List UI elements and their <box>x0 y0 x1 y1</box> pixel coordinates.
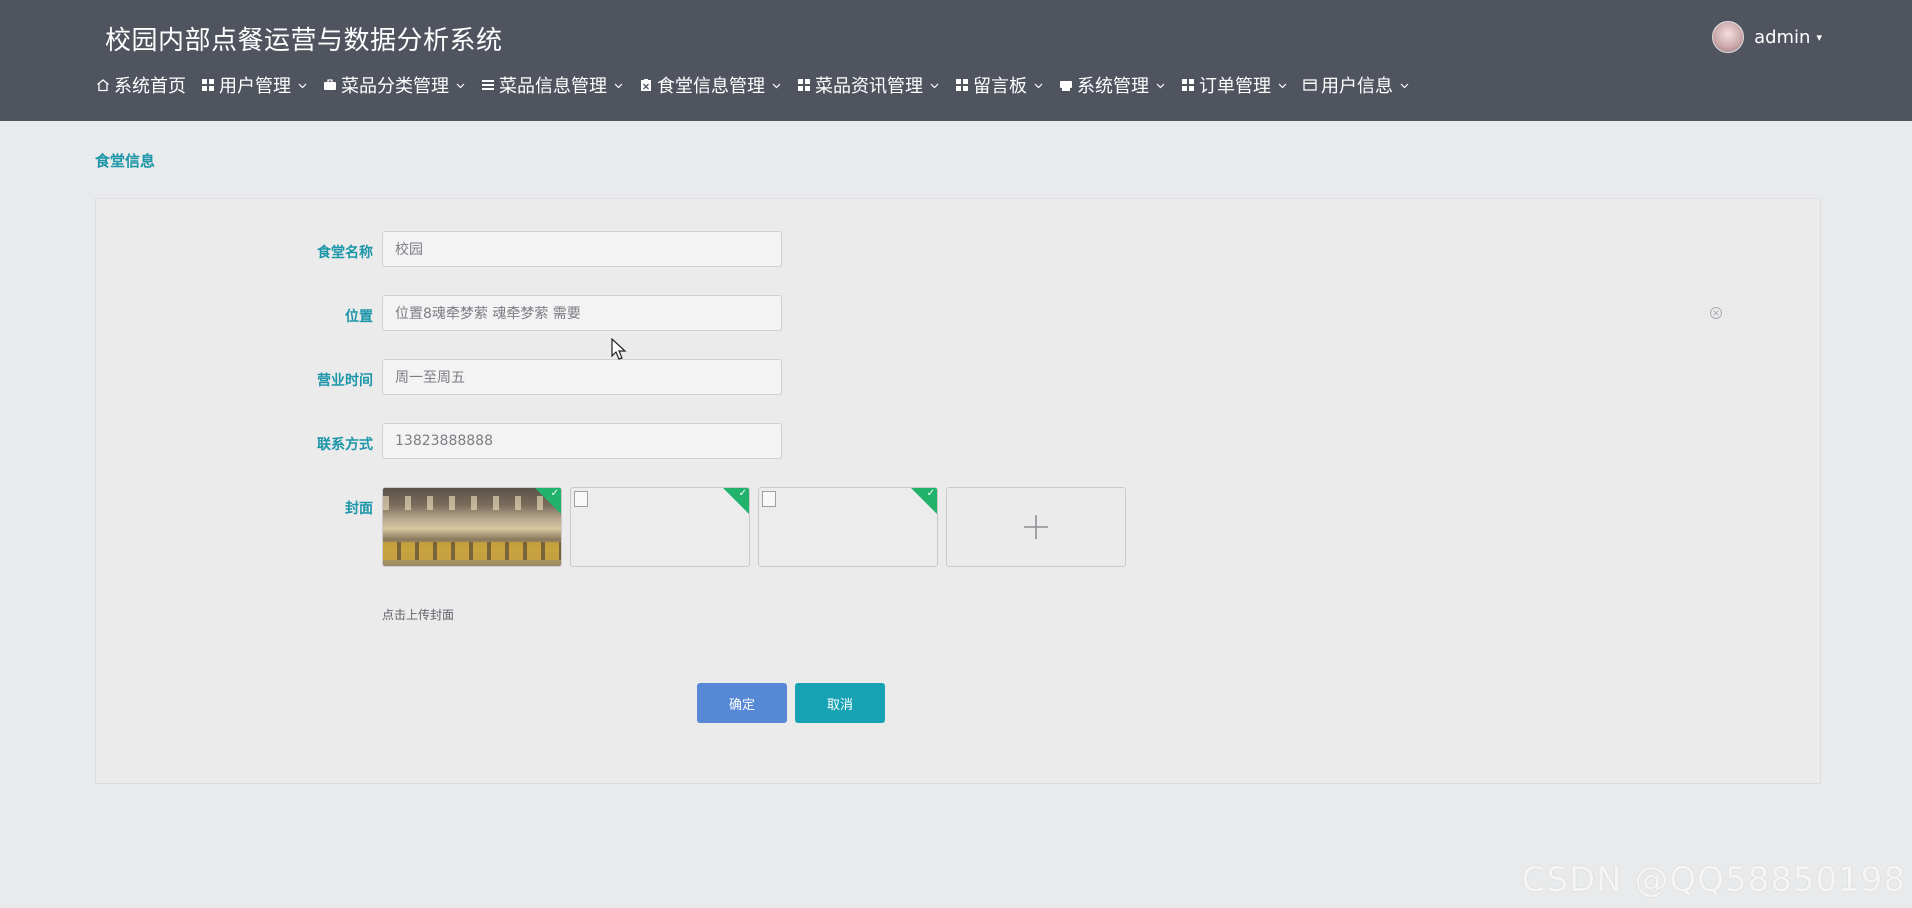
avatar[interactable] <box>1712 21 1745 53</box>
nav-item-dish-info[interactable]: 菜品信息管理 <box>481 72 624 98</box>
chevron-down-icon <box>298 83 307 88</box>
nav-label: 订单管理 <box>1199 76 1271 97</box>
grid-icon <box>1181 78 1195 92</box>
nav-label: 菜品分类管理 <box>341 76 449 97</box>
watermark: CSDN @QQ58850198 <box>1521 860 1906 900</box>
upload-hint: 点击上传封面 <box>382 608 455 622</box>
mouse-cursor-icon <box>611 338 627 360</box>
canteen-name-label: 食堂名称 <box>317 245 373 261</box>
nav-item-message-board[interactable]: 留言板 <box>955 72 1044 98</box>
upload-cover-button[interactable] <box>946 487 1126 567</box>
user-menu[interactable]: admin ▾ <box>1712 18 1822 56</box>
nav-label: 食堂信息管理 <box>657 76 765 97</box>
canteen-name-input[interactable] <box>382 231 782 267</box>
cancel-button[interactable]: 取消 <box>795 683 885 723</box>
main-nav: 系统首页 用户管理 菜品分类管理 菜品信息管理 食堂信息管理 菜品资讯管理 留言… <box>96 70 1425 100</box>
nav-item-home[interactable]: 系统首页 <box>96 72 186 98</box>
broken-image-icon <box>574 491 588 507</box>
grid-icon <box>955 78 969 92</box>
nav-item-dish-news[interactable]: 菜品资讯管理 <box>797 72 940 98</box>
briefcase-icon <box>323 78 337 92</box>
chevron-down-icon <box>1156 83 1165 88</box>
nav-item-order-management[interactable]: 订单管理 <box>1181 72 1288 98</box>
plus-icon <box>1024 515 1048 539</box>
chevron-down-icon <box>1034 83 1043 88</box>
nav-item-user-info[interactable]: 用户信息 <box>1303 72 1410 98</box>
cover-thumbnail[interactable]: ✓ <box>382 487 562 567</box>
user-name[interactable]: admin <box>1754 27 1810 48</box>
home-icon <box>96 78 110 92</box>
printer-icon <box>1059 78 1073 92</box>
nav-item-user-management[interactable]: 用户管理 <box>201 72 308 98</box>
list-icon <box>481 78 495 92</box>
chevron-down-icon <box>1278 83 1287 88</box>
confirm-button[interactable]: 确定 <box>697 683 787 723</box>
cover-thumbnail[interactable]: ✓ <box>570 487 750 567</box>
location-label: 位置 <box>345 309 373 325</box>
clipboard-icon <box>639 78 653 92</box>
nav-label: 菜品资讯管理 <box>815 76 923 97</box>
chevron-down-icon <box>930 83 939 88</box>
check-icon: ✓ <box>550 488 559 499</box>
nav-item-canteen-info[interactable]: 食堂信息管理 <box>639 72 782 98</box>
business-hours-label: 营业时间 <box>317 373 373 389</box>
grid-icon <box>797 78 811 92</box>
check-icon: ✓ <box>738 488 747 499</box>
chevron-down-icon <box>772 83 781 88</box>
nav-label: 系统首页 <box>114 76 186 97</box>
check-icon: ✓ <box>926 488 935 499</box>
top-navigation-bar: 校园内部点餐运营与数据分析系统 admin ▾ 系统首页 用户管理 菜品分类管理 <box>0 0 1912 121</box>
contact-input[interactable] <box>382 423 782 459</box>
clear-icon[interactable] <box>1709 306 1723 320</box>
cover-label: 封面 <box>345 501 373 517</box>
breadcrumb: 食堂信息 <box>95 152 156 170</box>
chevron-down-icon <box>456 83 465 88</box>
nav-label: 留言板 <box>973 76 1027 97</box>
nav-item-dish-category[interactable]: 菜品分类管理 <box>323 72 466 98</box>
contact-label: 联系方式 <box>317 437 373 453</box>
cover-thumbnail[interactable]: ✓ <box>758 487 938 567</box>
business-hours-input[interactable] <box>382 359 782 395</box>
grid-icon <box>201 78 215 92</box>
nav-label: 用户信息 <box>1321 76 1393 97</box>
card-icon <box>1303 78 1317 92</box>
caret-down-icon[interactable]: ▾ <box>1816 31 1822 44</box>
broken-image-icon <box>762 491 776 507</box>
location-input[interactable] <box>382 295 782 331</box>
photo-tables <box>383 542 561 560</box>
nav-label: 用户管理 <box>219 76 291 97</box>
chevron-down-icon <box>1400 83 1409 88</box>
nav-item-system-management[interactable]: 系统管理 <box>1059 72 1166 98</box>
chevron-down-icon <box>614 83 623 88</box>
app-title: 校园内部点餐运营与数据分析系统 <box>105 26 503 56</box>
nav-label: 菜品信息管理 <box>499 76 607 97</box>
nav-label: 系统管理 <box>1077 76 1149 97</box>
